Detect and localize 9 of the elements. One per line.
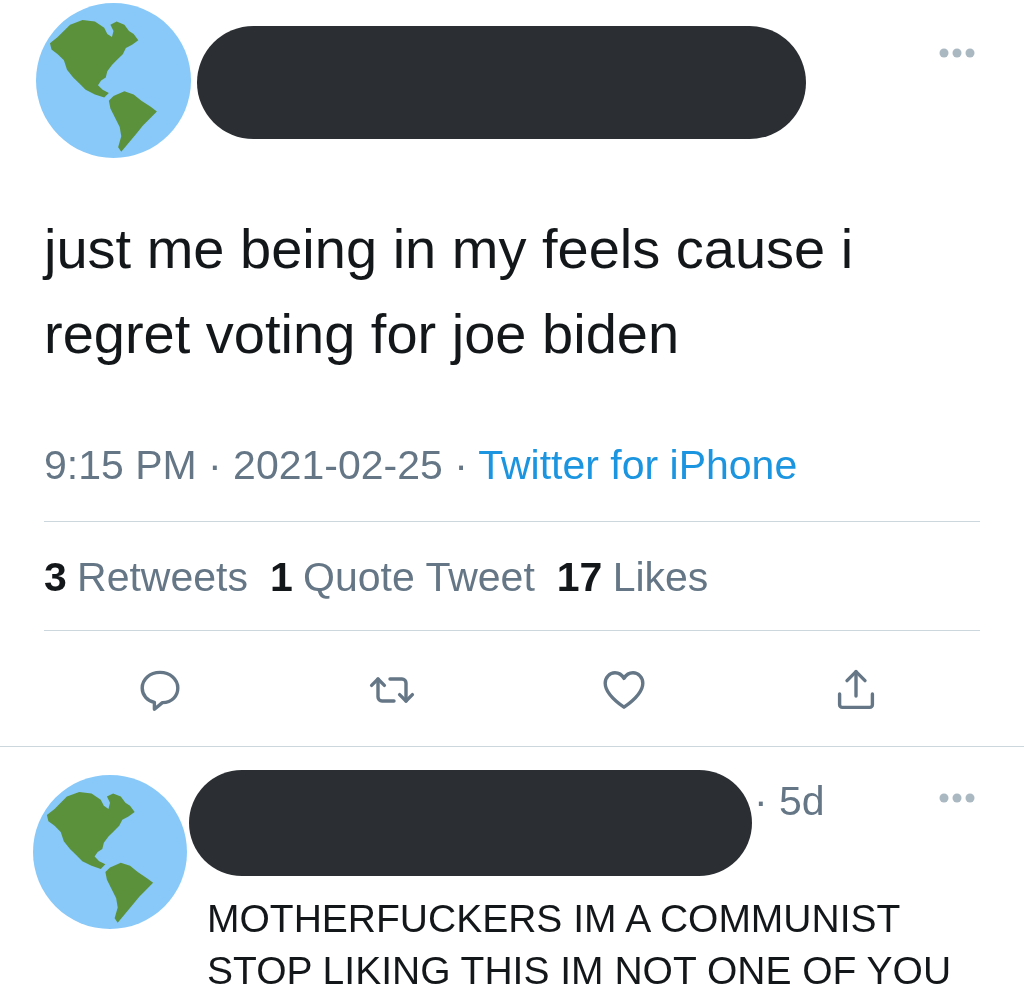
globe-icon[interactable] (36, 3, 191, 158)
reply-time: · 5d (754, 777, 825, 826)
stat-link[interactable]: 3 Retweets (44, 552, 248, 602)
stat-link[interactable]: 1 Quote Tweet (270, 552, 535, 602)
reply-text: MOTHERFUCKERS IM A COMMUNIST STOP LIKING THIS IM NOT ONE OF YOU (207, 896, 953, 994)
stat-link[interactable]: 17 Likes (556, 552, 709, 602)
globe-icon[interactable] (33, 775, 187, 929)
timestamp: 9:15 PM · 2021-02-25 · (44, 442, 468, 488)
tweet-text: just me being in my feels cause i regret voting for joe biden (44, 216, 855, 367)
